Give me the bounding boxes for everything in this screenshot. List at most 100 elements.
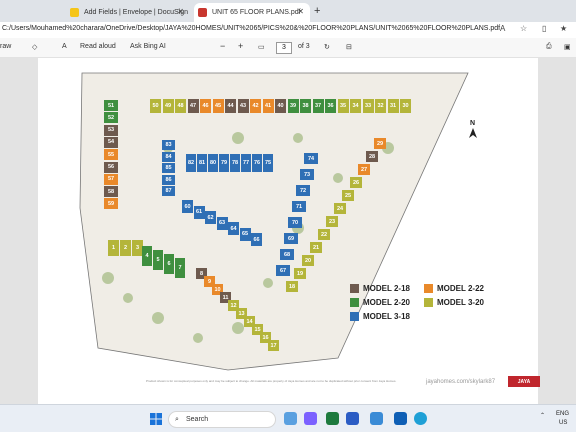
tab-strip: Add Fields | Envelope | DocuSign ✕ UNIT … bbox=[0, 0, 576, 22]
word-icon[interactable] bbox=[346, 412, 359, 425]
edge-icon[interactable] bbox=[414, 412, 427, 425]
legend-label: MODEL 2-20 bbox=[363, 298, 410, 307]
excel-icon[interactable] bbox=[326, 412, 339, 425]
unit-82: 82 bbox=[186, 154, 196, 172]
unit-19: 19 bbox=[294, 268, 306, 279]
chevron-up-icon[interactable]: ⌃ bbox=[540, 412, 545, 419]
unit-49: 49 bbox=[162, 99, 174, 113]
unit-18: 18 bbox=[286, 281, 298, 292]
unit-80: 80 bbox=[208, 154, 218, 172]
read-aloud-icon: A bbox=[62, 43, 67, 50]
language-indicator[interactable]: ENG bbox=[556, 411, 569, 417]
zoom-in-button[interactable]: + bbox=[238, 41, 243, 51]
unit-32: 32 bbox=[375, 99, 386, 113]
print-icon[interactable]: ⎙ bbox=[546, 43, 552, 51]
unit-2: 2 bbox=[120, 240, 131, 256]
rotate-icon[interactable]: ↻ bbox=[324, 43, 330, 51]
unit-45: 45 bbox=[212, 99, 224, 113]
address-bar[interactable]: C:/Users/Mouhamed%20charara/OneDrive/Des… bbox=[0, 22, 576, 38]
favorite-star-icon[interactable]: ☆ bbox=[520, 24, 527, 33]
unit-63: 63 bbox=[216, 216, 228, 230]
unit-58: 58 bbox=[104, 186, 118, 198]
region-indicator: US bbox=[559, 420, 568, 426]
search-icon: ⌕ bbox=[175, 416, 179, 423]
unit-86: 86 bbox=[162, 174, 175, 185]
unit-27: 27 bbox=[358, 164, 370, 175]
unit-51: 51 bbox=[104, 100, 118, 111]
unit-29: 29 bbox=[374, 138, 386, 149]
unit-25: 25 bbox=[342, 190, 354, 201]
page-number-input[interactable]: 3 bbox=[276, 42, 292, 54]
unit-70: 70 bbox=[288, 217, 302, 228]
unit-81: 81 bbox=[197, 154, 207, 172]
close-icon[interactable]: ✕ bbox=[297, 7, 304, 16]
tab-docusign[interactable]: Add Fields | Envelope | DocuSign ✕ bbox=[66, 3, 190, 22]
unit-42: 42 bbox=[250, 99, 261, 113]
legend-swatch bbox=[350, 298, 359, 307]
unit-7: 7 bbox=[175, 258, 185, 278]
unit-36: 36 bbox=[325, 99, 336, 113]
outlook-icon[interactable] bbox=[394, 412, 407, 425]
north-arrow-icon bbox=[469, 128, 477, 138]
unit-65: 65 bbox=[239, 227, 251, 241]
address-text[interactable]: C:/Users/Mouhamed%20charara/OneDrive/Des… bbox=[2, 25, 500, 32]
taskbar-search[interactable]: ⌕ Search bbox=[168, 411, 276, 428]
unit-66: 66 bbox=[251, 233, 262, 246]
unit-75: 75 bbox=[263, 154, 273, 172]
unit-4: 4 bbox=[142, 246, 152, 266]
eraser-icon[interactable]: ◇ bbox=[32, 43, 37, 51]
pdf-icon bbox=[198, 8, 207, 17]
tab-pdf-label: UNIT 65 FLOOR PLANS.pdf bbox=[212, 9, 301, 16]
legend-model-3-18: MODEL 3-18 bbox=[350, 312, 410, 321]
legend-model-2-22: MODEL 2-22 bbox=[424, 284, 484, 293]
docusign-icon bbox=[70, 8, 79, 17]
tab-pdf[interactable]: UNIT 65 FLOOR PLANS.pdf ✕ bbox=[194, 3, 310, 22]
unit-64: 64 bbox=[228, 222, 239, 235]
unit-1: 1 bbox=[108, 240, 119, 256]
favorites-icon[interactable]: ★ bbox=[560, 24, 567, 33]
landscape-widget-icon[interactable] bbox=[284, 412, 297, 425]
unit-78: 78 bbox=[230, 154, 240, 172]
read-aloud-button[interactable]: Read aloud bbox=[80, 43, 116, 50]
unit-71: 71 bbox=[292, 201, 306, 212]
unit-26: 26 bbox=[350, 177, 362, 188]
unit-84: 84 bbox=[162, 151, 175, 162]
unit-74: 74 bbox=[304, 153, 318, 164]
legend-label: MODEL 3-20 bbox=[437, 298, 484, 307]
unit-55: 55 bbox=[104, 149, 118, 161]
unit-62: 62 bbox=[205, 211, 216, 224]
zoom-out-button[interactable]: − bbox=[220, 41, 225, 51]
website-url: jayahomes.com/skylark87 bbox=[426, 379, 496, 385]
unit-67: 67 bbox=[276, 265, 290, 276]
search-placeholder: Search bbox=[186, 416, 209, 423]
fit-page-icon[interactable]: ▭ bbox=[258, 43, 265, 51]
new-tab-button[interactable]: + bbox=[314, 5, 320, 17]
page-total: of 3 bbox=[298, 43, 310, 50]
ask-bing-button[interactable]: Ask Bing AI bbox=[130, 43, 166, 50]
legend-swatch bbox=[424, 284, 433, 293]
legend-model-2-18: MODEL 2-18 bbox=[350, 284, 410, 293]
pdf-page: 50 49 48 47 46 45 44 43 42 41 40 39 38 37 36 35 34 33 32 31… bbox=[38, 58, 540, 404]
legend-model-2-20: MODEL 2-20 bbox=[350, 298, 410, 307]
unit-87: 87 bbox=[162, 186, 175, 196]
close-icon[interactable]: ✕ bbox=[177, 7, 184, 16]
save-icon[interactable]: ▣ bbox=[564, 43, 571, 51]
legend-label: MODEL 3-18 bbox=[363, 312, 410, 321]
file-explorer-icon[interactable] bbox=[370, 412, 383, 425]
unit-35: 35 bbox=[337, 99, 349, 113]
read-mode-icon[interactable]: A bbox=[500, 24, 505, 33]
unit-22: 22 bbox=[318, 229, 330, 240]
unit-60: 60 bbox=[182, 200, 193, 213]
two-page-icon[interactable]: ⊟ bbox=[346, 43, 352, 51]
unit-37: 37 bbox=[312, 99, 324, 113]
windows-start-icon[interactable] bbox=[150, 413, 162, 425]
teams-icon[interactable] bbox=[304, 412, 317, 425]
unit-31: 31 bbox=[387, 99, 399, 113]
unit-30: 30 bbox=[400, 99, 411, 113]
draw-button[interactable]: raw bbox=[0, 43, 11, 50]
unit-56: 56 bbox=[104, 161, 118, 173]
split-screen-icon[interactable]: ▯ bbox=[542, 24, 546, 33]
unit-59: 59 bbox=[104, 198, 118, 210]
unit-28: 28 bbox=[366, 151, 378, 162]
unit-48: 48 bbox=[175, 99, 186, 113]
